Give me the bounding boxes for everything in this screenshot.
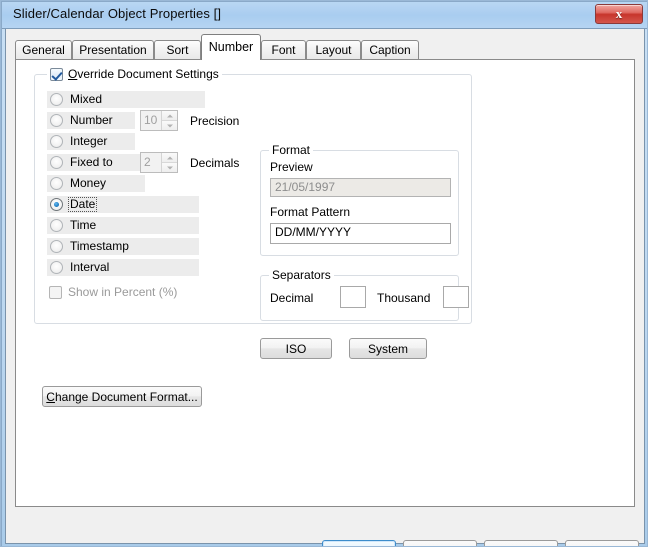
separators-group: Separators Decimal Thousand [260, 268, 469, 321]
radio-date-label: Date [67, 197, 98, 212]
thousand-separator-label: Thousand [377, 291, 431, 305]
radio-mixed-indicator[interactable] [50, 93, 63, 106]
radio-row-time[interactable]: Time [47, 217, 199, 234]
radio-row-interval[interactable]: Interval [47, 259, 199, 276]
format-group-title: Format [269, 143, 314, 157]
precision-stepper[interactable]: 10 [140, 110, 178, 131]
help-button[interactable]: Help [565, 540, 639, 546]
radio-date-indicator[interactable] [50, 198, 63, 211]
radio-integer-indicator[interactable] [50, 135, 63, 148]
system-button[interactable]: System [349, 338, 427, 359]
decimals-spin-up-icon[interactable] [162, 153, 177, 163]
override-settings-group: Override Document Settings Mixed Number … [34, 67, 472, 359]
radio-row-timestamp[interactable]: Timestamp [47, 238, 199, 255]
radio-number-label: Number [70, 113, 113, 127]
format-group: Format Preview 21/05/1997 Format Pattern… [260, 143, 459, 256]
decimals-label: Decimals [190, 156, 240, 170]
decimal-separator-input[interactable] [340, 286, 366, 308]
close-button[interactable]: x [595, 4, 643, 24]
decimals-stepper[interactable]: 2 [140, 152, 178, 173]
precision-spin-up-icon[interactable] [162, 111, 177, 121]
radio-row-integer[interactable]: Integer [47, 133, 135, 150]
decimals-spin-down-icon[interactable] [162, 163, 177, 172]
radio-row-date[interactable]: Date [47, 196, 199, 213]
tab-layout[interactable]: Layout [306, 40, 361, 60]
radio-row-mixed[interactable]: Mixed [47, 91, 205, 108]
precision-spin-buttons[interactable] [161, 111, 177, 130]
radio-interval-indicator[interactable] [50, 261, 63, 274]
radio-interval-label: Interval [70, 260, 110, 274]
radio-number-indicator[interactable] [50, 114, 63, 127]
dialog-client-area: General Presentation Sort Number Font La… [6, 30, 644, 546]
tab-font[interactable]: Font [261, 40, 306, 60]
override-accel-letter: O [68, 67, 78, 81]
tab-caption[interactable]: Caption [361, 40, 419, 60]
override-checkbox-label: Override Document Settings [68, 67, 219, 81]
change-document-format-label: Change Document Format... [46, 390, 197, 404]
radio-timestamp-indicator[interactable] [50, 240, 63, 253]
radio-money-indicator[interactable] [50, 177, 63, 190]
window-title: Slider/Calendar Object Properties [] [13, 6, 222, 21]
radio-fixed-to-label: Fixed to [70, 155, 113, 169]
tab-number[interactable]: Number [201, 34, 261, 60]
radio-row-money[interactable]: Money [47, 175, 145, 192]
format-pattern-label: Format Pattern [270, 205, 351, 219]
radio-time-label: Time [70, 218, 97, 232]
change-doc-label-rest: hange Document Format... [54, 389, 198, 404]
decimal-separator-label: Decimal [270, 291, 314, 305]
radio-integer-label: Integer [70, 134, 108, 148]
precision-value: 10 [144, 113, 158, 127]
precision-spin-down-icon[interactable] [162, 121, 177, 130]
preview-value: 21/05/1997 [270, 178, 451, 197]
override-document-settings-checkbox[interactable]: Override Document Settings [47, 67, 222, 81]
tab-sort[interactable]: Sort [154, 40, 201, 60]
dialog-window: Slider/Calendar Object Properties [] x G… [0, 0, 648, 547]
cancel-button[interactable]: Cancel [403, 540, 477, 546]
decimals-value: 2 [144, 155, 151, 169]
override-checkbox-box[interactable] [50, 67, 63, 81]
radio-money-label: Money [70, 176, 107, 190]
separators-group-title: Separators [269, 268, 334, 282]
show-in-percent-checkbox[interactable]: Show in Percent (%) [49, 285, 177, 299]
radio-fixed-to-indicator[interactable] [50, 156, 63, 169]
thousand-separator-input[interactable] [443, 286, 469, 308]
tab-panel-number: Override Document Settings Mixed Number … [15, 59, 635, 507]
decimals-spin-buttons[interactable] [161, 153, 177, 172]
radio-row-fixed-to[interactable]: Fixed to [47, 154, 144, 171]
title-bar[interactable]: Slider/Calendar Object Properties [] x [2, 2, 647, 29]
iso-button[interactable]: ISO [260, 338, 332, 359]
close-icon: x [615, 6, 623, 21]
tab-general[interactable]: General [15, 40, 72, 60]
format-pattern-input[interactable]: DD/MM/YYYY [270, 223, 451, 244]
show-in-percent-box[interactable] [49, 285, 62, 299]
ok-button[interactable]: OK [322, 540, 396, 546]
override-label-rest: verride Document Settings [77, 67, 219, 81]
radio-row-number[interactable]: Number [47, 112, 135, 129]
tab-presentation[interactable]: Presentation [72, 40, 154, 60]
change-document-format-button[interactable]: Change Document Format... [42, 386, 202, 407]
apply-button[interactable]: Apply [484, 540, 558, 546]
preview-label: Preview [270, 160, 313, 174]
radio-time-indicator[interactable] [50, 219, 63, 232]
change-doc-accel-letter: C [46, 389, 55, 404]
precision-label: Precision [190, 114, 240, 128]
show-in-percent-label: Show in Percent (%) [68, 285, 178, 299]
radio-timestamp-label: Timestamp [70, 239, 129, 253]
radio-mixed-label: Mixed [70, 92, 103, 106]
